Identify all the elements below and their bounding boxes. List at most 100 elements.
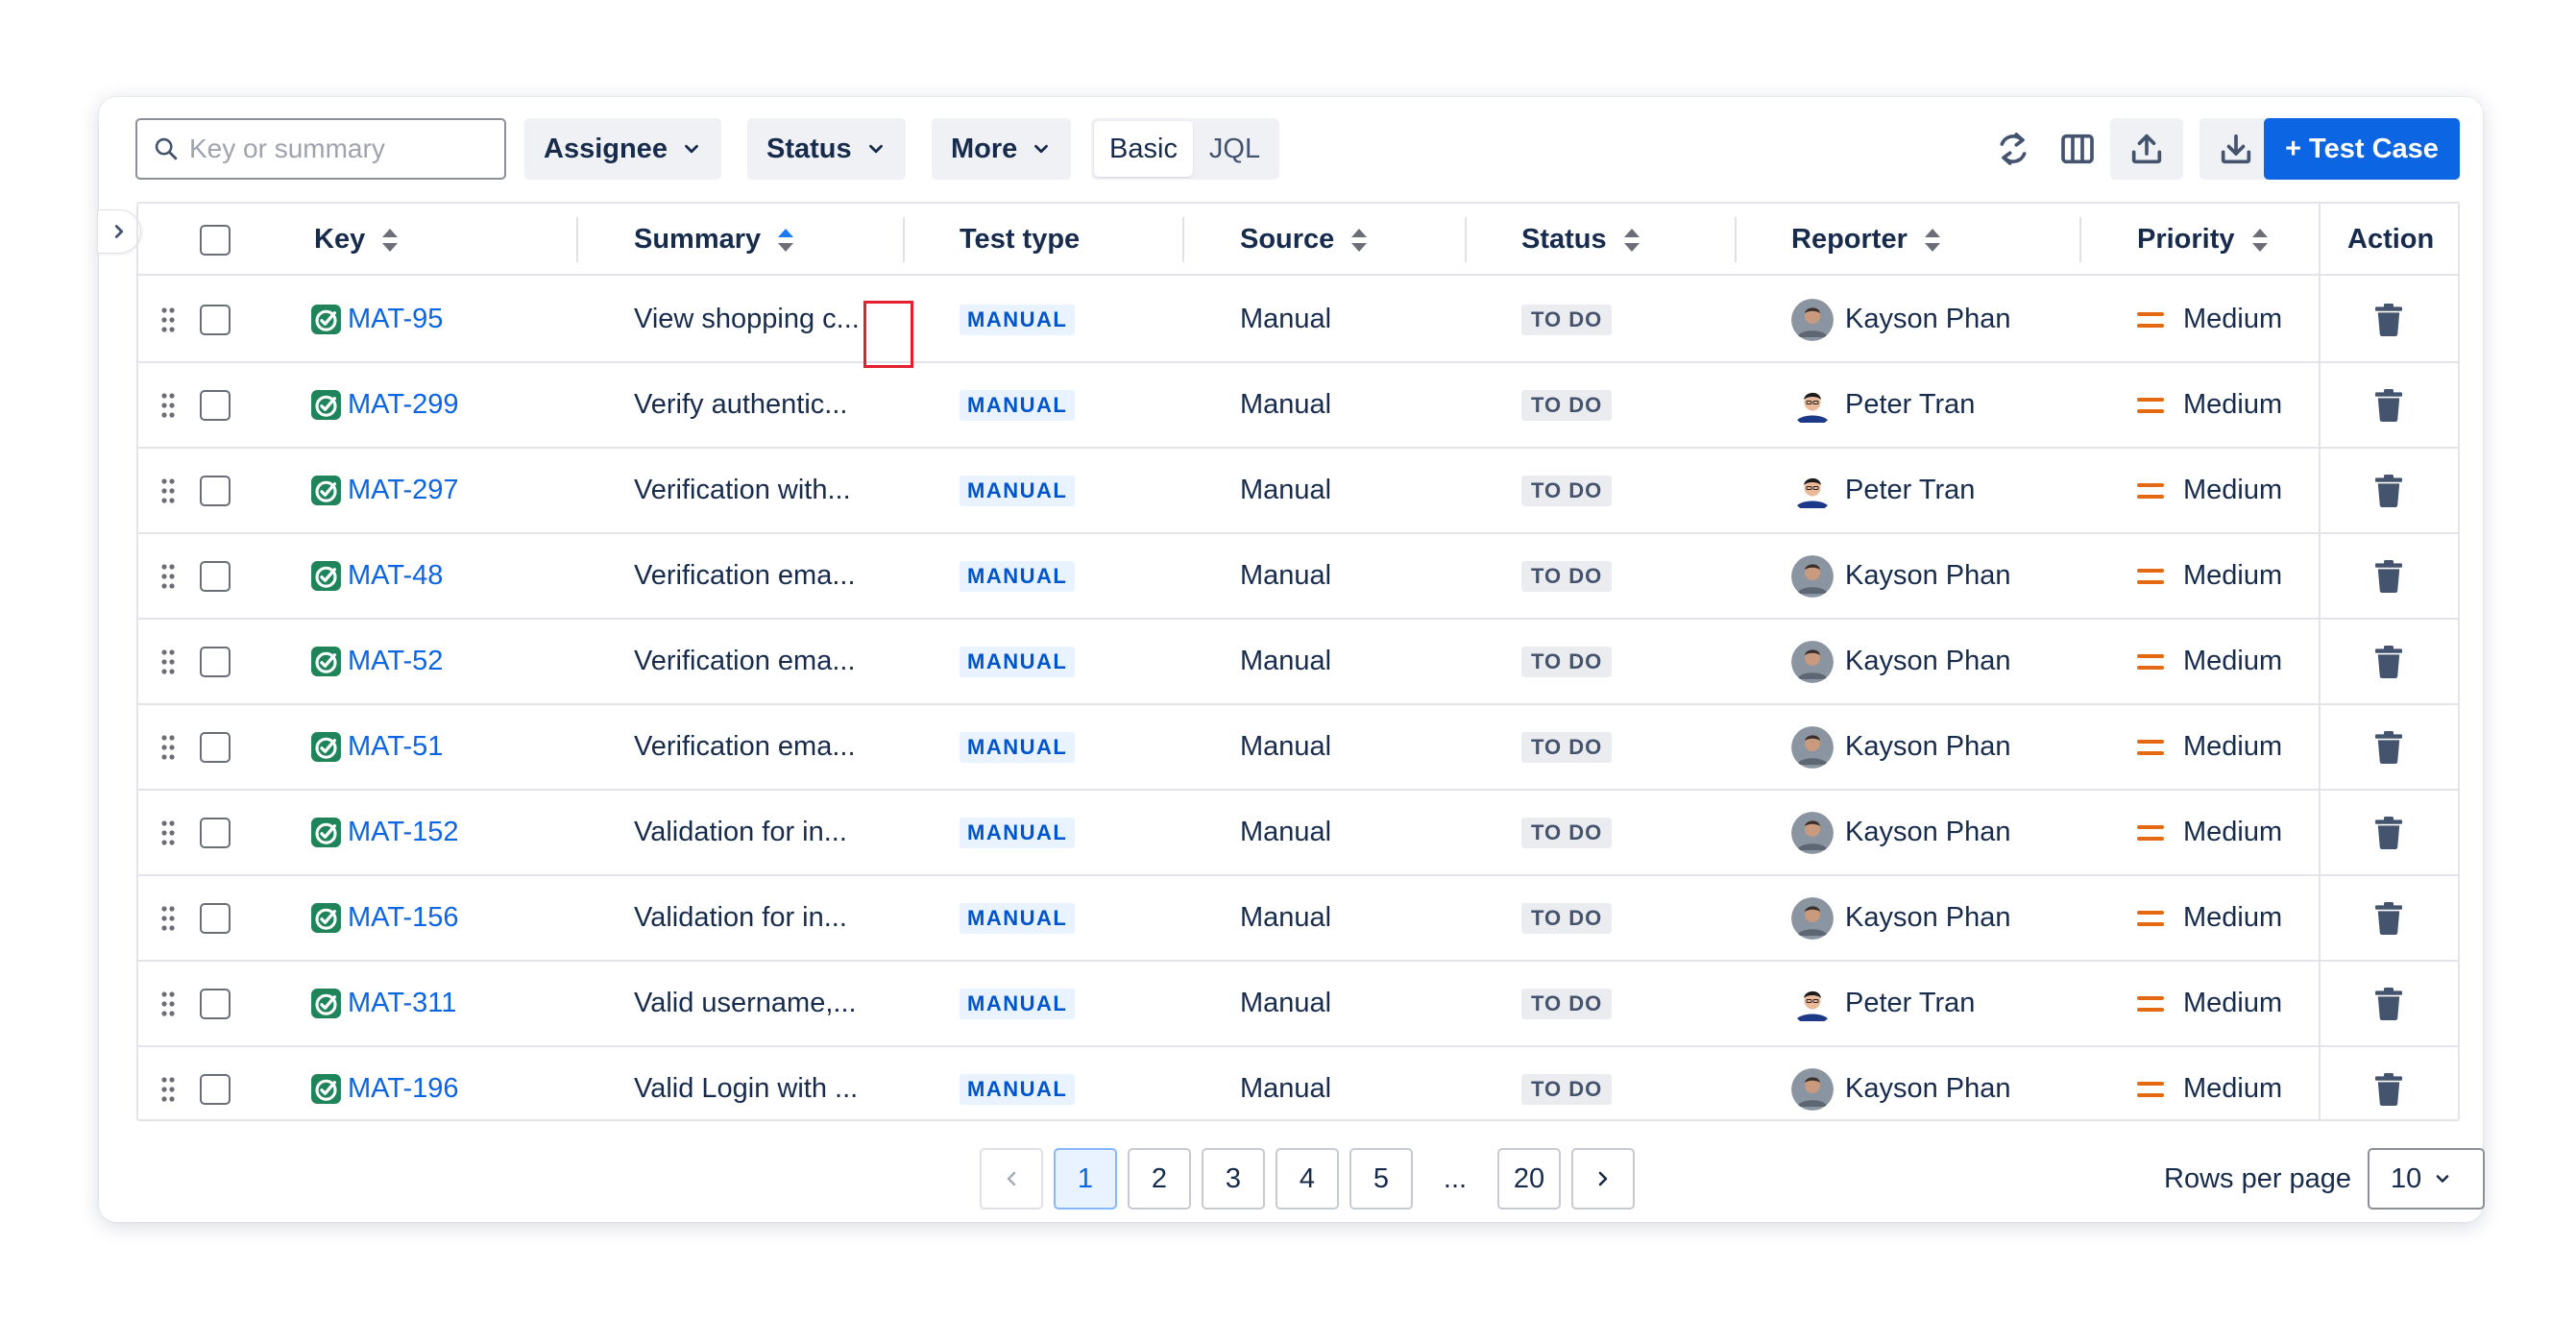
drag-handle-icon	[161, 734, 175, 760]
table-row[interactable]: MAT-52 Verification ema... MANUAL Manual…	[138, 620, 2458, 705]
row-checkbox[interactable]	[200, 389, 231, 421]
drag-handle[interactable]	[159, 962, 177, 1045]
column-resizer[interactable]	[1735, 217, 1737, 262]
issue-key-link[interactable]: MAT-51	[348, 731, 443, 763]
row-checkbox[interactable]	[200, 988, 231, 1019]
issue-key-link[interactable]: MAT-152	[348, 817, 459, 848]
search-box[interactable]	[135, 118, 506, 180]
priority-medium-icon	[2137, 397, 2164, 413]
delete-button[interactable]	[2372, 876, 2405, 960]
sort-icon[interactable]	[776, 227, 795, 254]
page-button-1[interactable]: 1	[1054, 1148, 1117, 1210]
reporter-name: Kayson Phan	[1845, 304, 2011, 334]
drag-handle[interactable]	[159, 1047, 177, 1119]
column-header-summary[interactable]: Summary	[634, 204, 795, 276]
delete-button[interactable]	[2372, 363, 2405, 447]
table-row[interactable]: MAT-297 Verification with... MANUAL Manu…	[138, 449, 2458, 534]
status-badge: TO DO	[1521, 988, 1613, 1019]
page-button-2[interactable]: 2	[1128, 1148, 1191, 1210]
row-checkbox[interactable]	[200, 304, 231, 335]
refresh-button[interactable]	[1982, 118, 2044, 180]
drag-handle[interactable]	[159, 876, 177, 960]
status-filter-button[interactable]: Status	[747, 118, 906, 180]
search-input[interactable]	[189, 134, 497, 164]
issue-key-link[interactable]: MAT-48	[348, 560, 443, 592]
drag-handle[interactable]	[159, 363, 177, 447]
issue-key-link[interactable]: MAT-52	[348, 646, 443, 677]
table-row[interactable]: MAT-196 Valid Login with ... MANUAL Manu…	[138, 1047, 2458, 1119]
issue-key-link[interactable]: MAT-95	[348, 304, 443, 335]
column-header-reporter[interactable]: Reporter	[1791, 204, 1942, 276]
status-badge: TO DO	[1521, 389, 1613, 421]
issue-key-link[interactable]: MAT-299	[348, 389, 459, 421]
delete-button[interactable]	[2372, 791, 2405, 874]
table-row[interactable]: MAT-152 Validation for in... MANUAL Manu…	[138, 791, 2458, 876]
page-button-3[interactable]: 3	[1202, 1148, 1265, 1210]
row-checkbox[interactable]	[200, 1073, 231, 1105]
create-test-case-button[interactable]: + Test Case	[2264, 118, 2460, 180]
page-button-5[interactable]: 5	[1349, 1148, 1413, 1210]
table-row[interactable]: MAT-156 Validation for in... MANUAL Manu…	[138, 876, 2458, 962]
row-checkbox[interactable]	[200, 817, 231, 848]
delete-button[interactable]	[2372, 1047, 2405, 1119]
table-row[interactable]: MAT-311 Valid username,... MANUAL Manual…	[138, 962, 2458, 1047]
delete-button[interactable]	[2372, 705, 2405, 789]
column-header-priority[interactable]: Priority	[2137, 204, 2270, 276]
sort-icon[interactable]	[2250, 227, 2270, 254]
row-checkbox[interactable]	[200, 475, 231, 506]
sort-icon[interactable]	[1349, 227, 1369, 254]
delete-button[interactable]	[2372, 962, 2405, 1045]
issue-key-link[interactable]: MAT-311	[348, 988, 456, 1019]
table-row[interactable]: MAT-299 Verify authentic... MANUAL Manua…	[138, 363, 2458, 449]
sort-icon[interactable]	[1923, 227, 1942, 254]
column-header-status[interactable]: Status	[1521, 204, 1641, 276]
sidebar-expand-button[interactable]	[97, 209, 141, 254]
row-checkbox[interactable]	[200, 646, 231, 677]
summary-text: Valid username,...	[634, 988, 857, 1018]
delete-button[interactable]	[2372, 620, 2405, 703]
table-row[interactable]: MAT-95 View shopping c... MANUAL Manual …	[138, 278, 2458, 363]
page-button-last[interactable]: 20	[1497, 1148, 1561, 1210]
drag-handle[interactable]	[159, 534, 177, 618]
row-checkbox[interactable]	[200, 731, 231, 763]
delete-button[interactable]	[2372, 278, 2405, 361]
delete-button[interactable]	[2372, 534, 2405, 618]
rows-per-page-select[interactable]: 10	[2368, 1148, 2485, 1210]
table-row[interactable]: MAT-51 Verification ema... MANUAL Manual…	[138, 705, 2458, 791]
column-resizer[interactable]	[1182, 217, 1184, 262]
select-all-checkbox[interactable]	[200, 224, 231, 256]
issue-key-link[interactable]: MAT-196	[348, 1073, 459, 1105]
row-checkbox[interactable]	[200, 560, 231, 592]
mode-basic-button[interactable]: Basic	[1094, 121, 1193, 177]
next-page-button[interactable]	[1571, 1148, 1635, 1210]
columns-button[interactable]	[2047, 118, 2108, 180]
column-resizer[interactable]	[2079, 217, 2081, 262]
import-button[interactable]	[2199, 118, 2272, 180]
column-header-key[interactable]: Key	[314, 204, 400, 276]
column-header-source[interactable]: Source	[1240, 204, 1369, 276]
issue-key-link[interactable]: MAT-156	[348, 902, 459, 934]
drag-handle[interactable]	[159, 278, 177, 361]
assignee-filter-button[interactable]: Assignee	[524, 118, 721, 180]
sort-icon[interactable]	[380, 227, 400, 254]
avatar-kayson	[1791, 640, 1834, 683]
test-type-cell: MANUAL	[960, 876, 1076, 960]
row-checkbox[interactable]	[200, 902, 231, 934]
drag-handle[interactable]	[159, 705, 177, 789]
drag-handle[interactable]	[159, 449, 177, 532]
prev-page-button[interactable]	[980, 1148, 1043, 1210]
drag-handle[interactable]	[159, 791, 177, 874]
table-row[interactable]: MAT-48 Verification ema... MANUAL Manual…	[138, 534, 2458, 620]
column-resizer[interactable]	[903, 217, 905, 262]
issue-key-link[interactable]: MAT-297	[348, 475, 459, 506]
column-resizer[interactable]	[1465, 217, 1467, 262]
drag-handle[interactable]	[159, 620, 177, 703]
sort-icon[interactable]	[1622, 227, 1641, 254]
export-button[interactable]	[2110, 118, 2183, 180]
delete-button[interactable]	[2372, 449, 2405, 532]
more-filter-button[interactable]: More	[932, 118, 1072, 180]
column-header-test-type[interactable]: Test type	[960, 204, 1080, 276]
mode-jql-button[interactable]: JQL	[1193, 121, 1276, 177]
column-resizer[interactable]	[576, 217, 578, 262]
page-button-4[interactable]: 4	[1276, 1148, 1339, 1210]
